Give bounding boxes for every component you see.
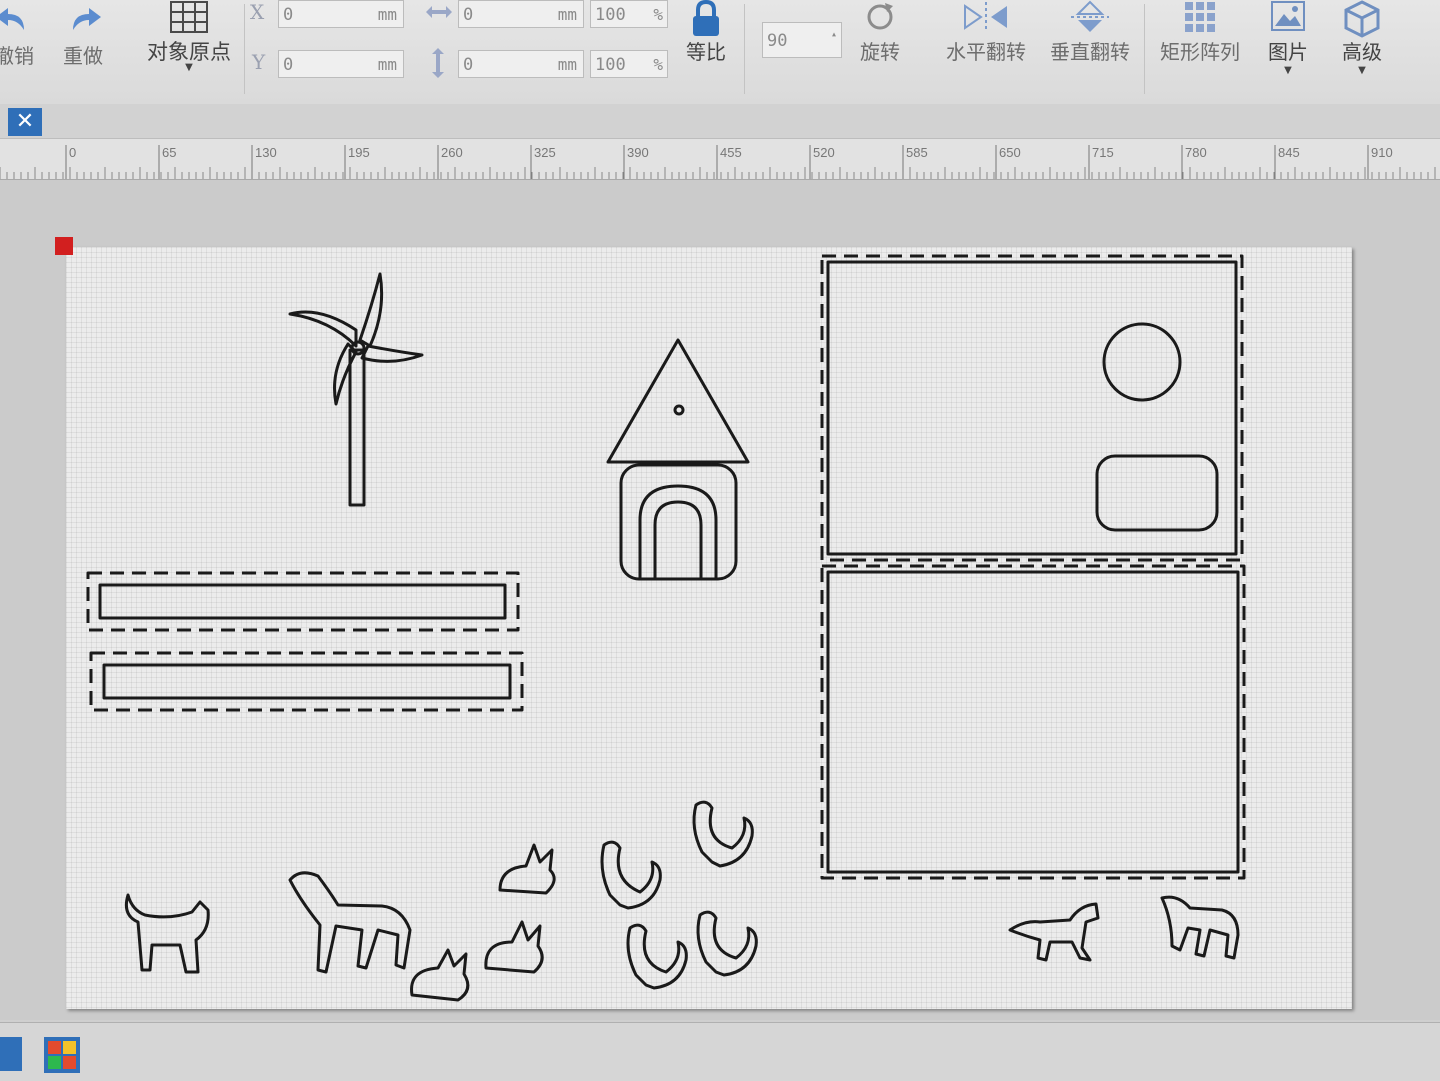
rooster-shape[interactable] bbox=[626, 923, 688, 990]
box-panel-bottom[interactable] bbox=[820, 564, 1246, 880]
status-bar bbox=[0, 1022, 1440, 1081]
box-panel-top[interactable] bbox=[820, 254, 1244, 562]
color-palette-icon[interactable] bbox=[44, 1037, 80, 1073]
drawing-layer bbox=[86, 254, 1246, 1002]
rooster-shape[interactable] bbox=[696, 910, 758, 977]
fence-piece[interactable] bbox=[86, 571, 520, 632]
dog-shape[interactable] bbox=[288, 871, 412, 974]
horse-shape[interactable] bbox=[1008, 902, 1100, 962]
rabbit-shape[interactable] bbox=[484, 920, 544, 974]
cat-shape[interactable] bbox=[124, 893, 210, 974]
rabbit-shape[interactable] bbox=[498, 843, 556, 895]
rooster-shape[interactable] bbox=[692, 800, 754, 868]
horse-shape[interactable] bbox=[1160, 895, 1240, 960]
fence-piece[interactable] bbox=[89, 651, 524, 712]
pinwheel-shape[interactable] bbox=[288, 272, 424, 507]
rooster-shape[interactable] bbox=[600, 840, 662, 910]
rabbit-shape[interactable] bbox=[410, 948, 470, 1002]
status-tab[interactable] bbox=[0, 1037, 22, 1071]
house-shape[interactable] bbox=[606, 338, 750, 581]
